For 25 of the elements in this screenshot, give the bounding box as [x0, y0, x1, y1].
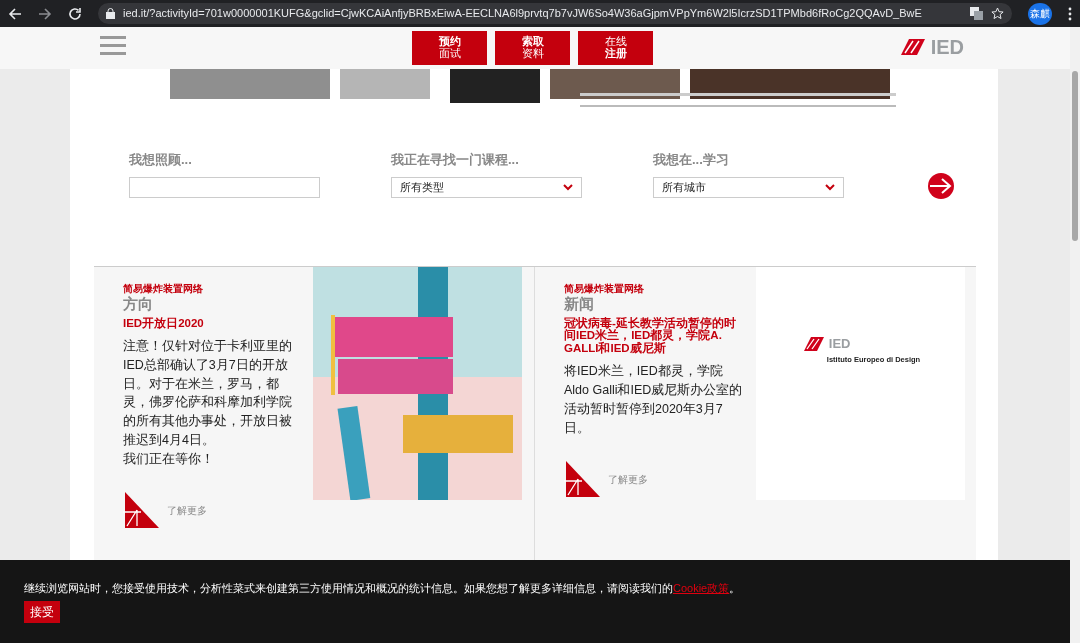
dropdown[interactable]: 所有类型: [391, 177, 582, 198]
accept-button[interactable]: 接受: [24, 600, 60, 623]
read-more-link[interactable]: 了解更多: [167, 502, 207, 518]
cookie-notice: 继续浏览网站时，您接受使用技术，分析性菜式来创建第三方使用情况和概况的统计信息。如果您想了解更多详细信息，请阅读我们的Cookie政策。: [24, 581, 742, 597]
dropdown[interactable]: 所有城市: [653, 177, 844, 198]
card-text: 将IED米兰，IED都灵，学院Aldo Galli和IED威尼斯办公室的活动暂时暂停到2020年3月7日。: [564, 363, 744, 437]
cookie-policy-link[interactable]: Cookie政策: [673, 582, 730, 595]
profile-avatar[interactable]: 森麒: [1028, 2, 1052, 25]
header-button[interactable]: 预约 面试: [412, 31, 487, 65]
field-label: 我想在...学习: [653, 150, 730, 169]
card-category: 方向: [123, 296, 154, 313]
read-more-link[interactable]: 了解更多: [608, 471, 648, 487]
card-tag: 简易爆炸装置网络: [564, 281, 744, 296]
field-label: 我正在寻找一门课程...: [391, 150, 520, 169]
header-button[interactable]: 在线 注册: [578, 31, 653, 65]
header-button[interactable]: 索取 资料: [495, 31, 570, 65]
card-title: 冠状病毒-延长教学活动暂停的时间IED米兰，IED都灵，学院A. GALLI和IED威尼斯: [564, 316, 737, 355]
card-tag: 简易爆炸装置网络: [123, 281, 303, 296]
card-title: IED开放日2020: [123, 316, 205, 330]
card-category: 新闻: [564, 296, 595, 313]
url-text: ied.it/?activityId=701w0000001KUFG&gclid=CjwKCAiAnfjyBRBxEiwA-EECLNA6l9prvtq7b7vJW6So4W36aGjpmVPpYm6W2l5IcrzSD1TPMbd6fRoCg2QQAvD_BwE: [123, 6, 922, 22]
field-label: 我想照顾...: [129, 150, 193, 169]
address-bar[interactable]: ied.it/?activityId=701w0000001KUFG&gclid=CjwKCAiAnfjyBRBxEiwA-EECLNA6l9prvtq7b7vJW6So4W36aGjpmVPpYm6W2l5IcrzSD1TPMbd6fRoCg2QQAvD_BwE: [98, 3, 1012, 24]
card-text: 注意！仅针对位于卡利亚里的IED总部确认了3月7日的开放日。对于在米兰，罗马，都灵，佛罗伦萨和科摩加利学院的所有其他办事处，开放日被推迟到4月4日。: [123, 338, 293, 449]
card-text: 我们正在等你！: [123, 450, 215, 468]
